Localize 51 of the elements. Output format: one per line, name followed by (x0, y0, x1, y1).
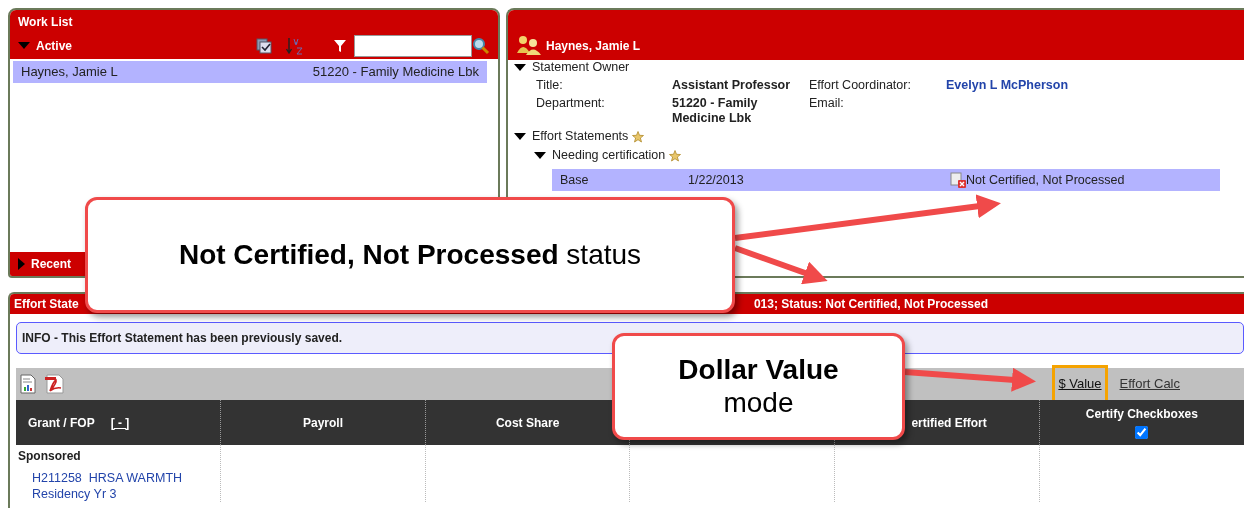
department-text: 51220 - Family Medicine Lbk (312, 63, 479, 82)
field-label: Effort Coordinator: (809, 78, 912, 93)
grant-link[interactable]: H211258 HRSA WARMTH Residency Yr 3 (18, 471, 198, 503)
expanded-arrow-icon[interactable] (514, 64, 526, 71)
callout-text: mode (723, 386, 794, 419)
coordinator-link[interactable]: Evelyn L McPherson (946, 78, 1244, 93)
column-header: Grant / FOP (28, 415, 95, 430)
section-header[interactable]: Active (36, 36, 73, 55)
star-icon (669, 149, 682, 162)
statement-type: Base (560, 172, 590, 188)
panel-title: Effort State (14, 296, 79, 313)
star-icon (632, 130, 645, 143)
tree-node[interactable]: Needing certification (552, 148, 666, 163)
pdf-icon[interactable] (44, 374, 64, 394)
expanded-arrow-icon[interactable] (514, 133, 526, 140)
column-header: Payroll (302, 415, 343, 430)
sort-icon[interactable] (286, 36, 304, 55)
person-name: Haynes, Jamie L (21, 63, 118, 82)
search-icon[interactable] (472, 36, 490, 55)
checkbox[interactable] (1135, 425, 1149, 439)
column-header: Cost Share (495, 415, 560, 430)
mode-link[interactable]: Effort Calc (1119, 374, 1180, 394)
group-label: Sponsored (18, 448, 82, 465)
tree-node[interactable]: Statement Owner (532, 60, 630, 75)
collapse-toggle[interactable]: [ - ] (110, 415, 130, 430)
field-value: Assistant Professor (672, 78, 792, 93)
field-value: 51220 - Family Medicine Lbk (672, 96, 759, 126)
callout-title: Dollar Value (678, 354, 839, 387)
panel-title: Work List (18, 15, 73, 29)
filter-icon[interactable] (334, 39, 346, 52)
column-header: ertified Effort (911, 415, 987, 430)
field-label: Department: (536, 96, 606, 112)
list-row[interactable]: Haynes, Jamie L 51220 - Family Medicine Lbk (13, 61, 487, 83)
tree-node[interactable]: Effort Statements (532, 129, 629, 144)
search-field[interactable] (354, 34, 472, 57)
statement-row[interactable]: Base 1/22/2013 Not Certified, Not Processed (552, 169, 1220, 191)
select-all-icon[interactable] (256, 37, 272, 54)
report-icon[interactable] (20, 374, 36, 394)
field-label: Title: (536, 78, 564, 93)
expanded-arrow-icon[interactable] (534, 152, 546, 159)
section-header[interactable]: Recent (31, 255, 71, 273)
field-label: Email: (809, 96, 845, 112)
status-title: 013; Status: Not Certified, Not Processed (753, 296, 988, 313)
status-icon (950, 172, 966, 188)
callout-text: Not Certified, Not Processed status (178, 238, 642, 272)
column-header: Certify Checkboxes (1084, 405, 1199, 423)
status-text: Not Certified, Not Processed (966, 172, 1125, 188)
collapsed-arrow-icon[interactable] (18, 258, 25, 270)
statement-date: 1/22/2013 (688, 172, 745, 188)
people-icon (516, 35, 542, 55)
person-title: Haynes, Jamie L (546, 38, 641, 55)
